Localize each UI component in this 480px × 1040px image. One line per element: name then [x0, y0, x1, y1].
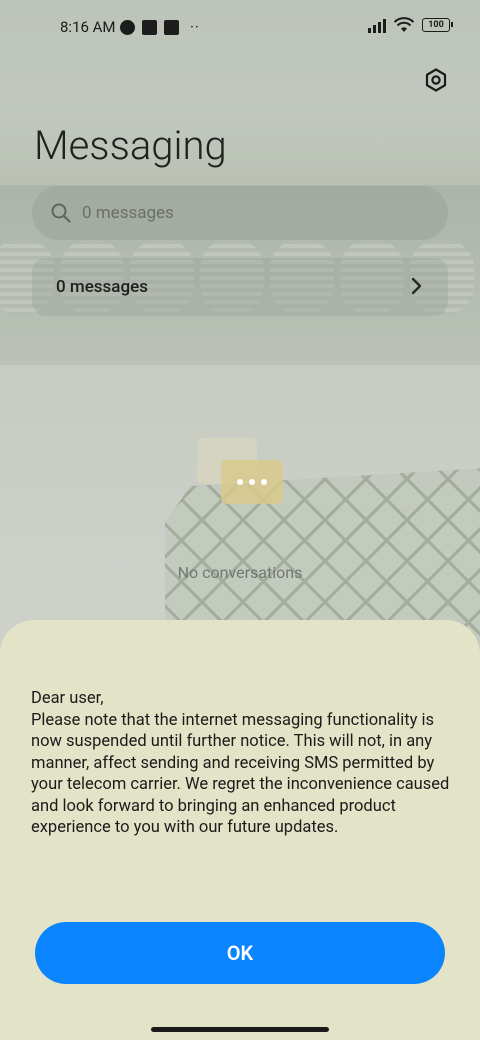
messages-card[interactable]: 0 messages	[32, 258, 448, 316]
battery-icon: 100	[422, 18, 453, 32]
status-time: 8:16 AM	[60, 18, 116, 36]
upload-icon	[164, 19, 179, 35]
search-input[interactable]	[80, 202, 414, 224]
wifi-icon	[394, 17, 414, 32]
messages-card-label: 0 messages	[56, 277, 148, 297]
chevron-right-icon	[411, 277, 422, 295]
notification-icon	[142, 19, 157, 35]
chat-bubbles-icon	[197, 438, 283, 504]
dialog-body: Please note that the internet messaging …	[31, 710, 450, 838]
dialog-message: Dear user, Please note that the internet…	[31, 688, 461, 839]
ok-button[interactable]: OK	[35, 922, 445, 984]
dialog-greeting: Dear user,	[31, 689, 104, 708]
page-title: Messaging	[34, 122, 227, 169]
settings-icon[interactable]	[424, 68, 448, 92]
search-icon	[51, 203, 71, 223]
signal-icon	[368, 18, 386, 33]
notification-icon	[120, 19, 135, 35]
more-notifications-icon: ··	[190, 18, 200, 36]
search-bar[interactable]	[32, 186, 448, 240]
status-bar: 8:16 AM ·· 100	[0, 0, 480, 56]
home-indicator[interactable]	[151, 1027, 329, 1032]
empty-state-text: No conversations	[177, 563, 303, 582]
